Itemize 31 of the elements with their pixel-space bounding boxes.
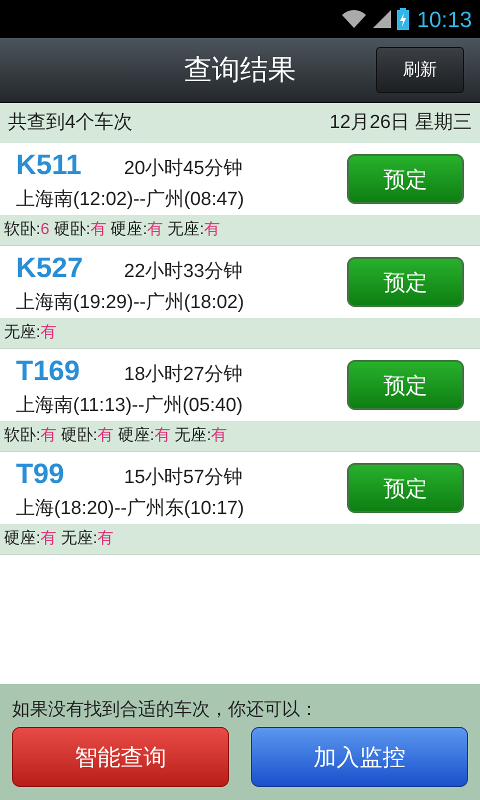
train-route: 上海南(12:02)--广州(08:47) (16, 188, 246, 212)
page-title: 查询结果 (184, 53, 296, 87)
train-route: 上海南(19:29)--广州(18:02) (16, 290, 246, 315)
wifi-icon (340, 9, 367, 29)
seat-availability: 软卧:有 硬卧:有 硬座:有 无座:有 (4, 426, 228, 446)
result-count: 共查到4个车次 (8, 110, 133, 135)
clock-time: 10:13 (416, 6, 472, 34)
book-button[interactable]: 预定 (347, 257, 464, 307)
signal-icon (370, 9, 393, 29)
train-route: 上海南(11:13)--广州(05:40) (16, 394, 244, 418)
train-number: T99 (16, 456, 66, 491)
travel-duration: 22小时33分钟 (124, 260, 242, 284)
book-button[interactable]: 预定 (347, 463, 464, 513)
seat-availability: 软卧:6 硬卧:有 硬座:有 无座:有 (4, 220, 220, 240)
book-button[interactable]: 预定 (347, 360, 464, 410)
travel-duration: 18小时27分钟 (124, 362, 242, 387)
smart-search-button[interactable]: 智能查询 (12, 727, 229, 787)
train-number: K511 (16, 148, 82, 182)
hint-text: 如果没有找到合适的车次，你还可以： (12, 698, 319, 721)
book-button[interactable]: 预定 (347, 154, 464, 204)
refresh-button[interactable]: 刷新 (376, 47, 464, 93)
train-route: 上海(18:20)--广州东(10:17) (16, 496, 246, 521)
train-number: T169 (16, 354, 81, 388)
battery-icon (396, 8, 409, 30)
train-number: K527 (16, 250, 84, 285)
seat-availability: 硬座:有 无座:有 (4, 528, 114, 549)
monitor-button[interactable]: 加入监控 (251, 727, 468, 787)
seat-availability: 无座:有 (4, 322, 56, 343)
travel-duration: 15小时57分钟 (124, 466, 242, 490)
query-date: 12月26日 星期三 (329, 110, 472, 135)
travel-duration: 20小时45分钟 (124, 156, 242, 181)
